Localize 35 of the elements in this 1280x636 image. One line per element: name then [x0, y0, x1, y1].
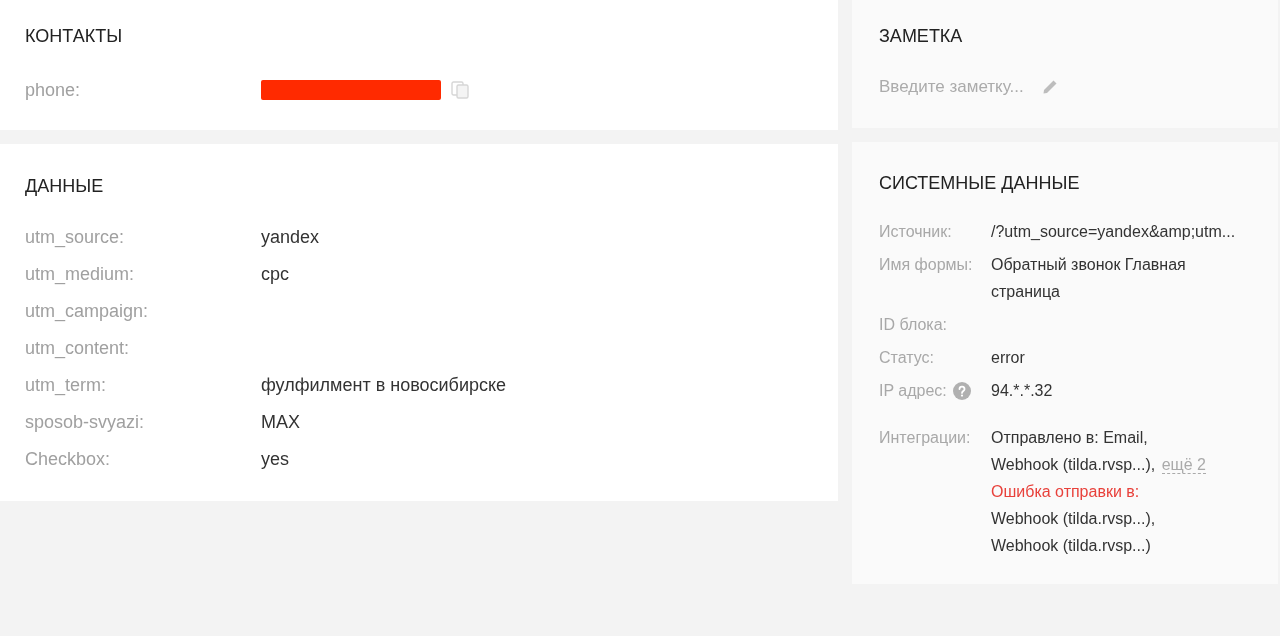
sent-text: Отправлено в: Email, Webhook (tilda.rvsp...),	[991, 429, 1156, 473]
field-label: Checkbox:	[25, 448, 112, 471]
field-value: cpc	[261, 263, 289, 286]
field-label: utm_campaign:	[25, 300, 150, 324]
field-value: фулфилмент в новосибирске	[261, 374, 507, 397]
section-title: КОНТАКТЫ	[25, 25, 124, 47]
field-label: ID блока:	[879, 315, 947, 335]
field-label: Интеграции:	[879, 429, 971, 446]
field-label: utm_term:	[25, 374, 108, 398]
field-value: /?utm_source=yandex&amp;utm...	[991, 222, 1236, 242]
section-title: ДАННЫЕ	[25, 175, 105, 197]
field-value: MAX	[261, 411, 300, 434]
field-label: utm_source:	[25, 226, 126, 250]
pencil-icon[interactable]	[1043, 80, 1057, 94]
more-link[interactable]: ещё 2	[1161, 456, 1206, 474]
field-value: error	[991, 348, 1025, 368]
field-label: Источник:	[879, 222, 952, 242]
field-label: phone:	[25, 78, 82, 102]
copy-icon[interactable]	[451, 81, 469, 99]
field-label: utm_medium:	[25, 263, 136, 287]
field-label: Имя формы:	[879, 255, 973, 275]
field-label: utm_content:	[25, 337, 131, 361]
field-label: Статус:	[879, 348, 935, 368]
help-icon[interactable]	[952, 381, 971, 400]
section-title: ЗАМЕТКА	[879, 25, 964, 47]
field-label: sposob-svyazi:	[25, 411, 146, 434]
failed-targets-text: Webhook (tilda.rvsp...), Webhook (tilda.rvsp...)	[991, 509, 1157, 556]
field-value: yes	[261, 448, 289, 471]
field-label: IP адрес:	[879, 381, 947, 401]
field-value: yandex	[261, 226, 320, 249]
note-input[interactable]: Введите заметку...	[879, 74, 1035, 100]
section-title: СИСТЕМНЫЕ ДАННЫЕ	[879, 172, 1081, 194]
field-value: 94.*.*.32	[991, 381, 1053, 401]
error-text: Ошибка отправки в:	[991, 482, 1141, 502]
field-value: Обратный звонок Главная страница	[991, 255, 1187, 302]
